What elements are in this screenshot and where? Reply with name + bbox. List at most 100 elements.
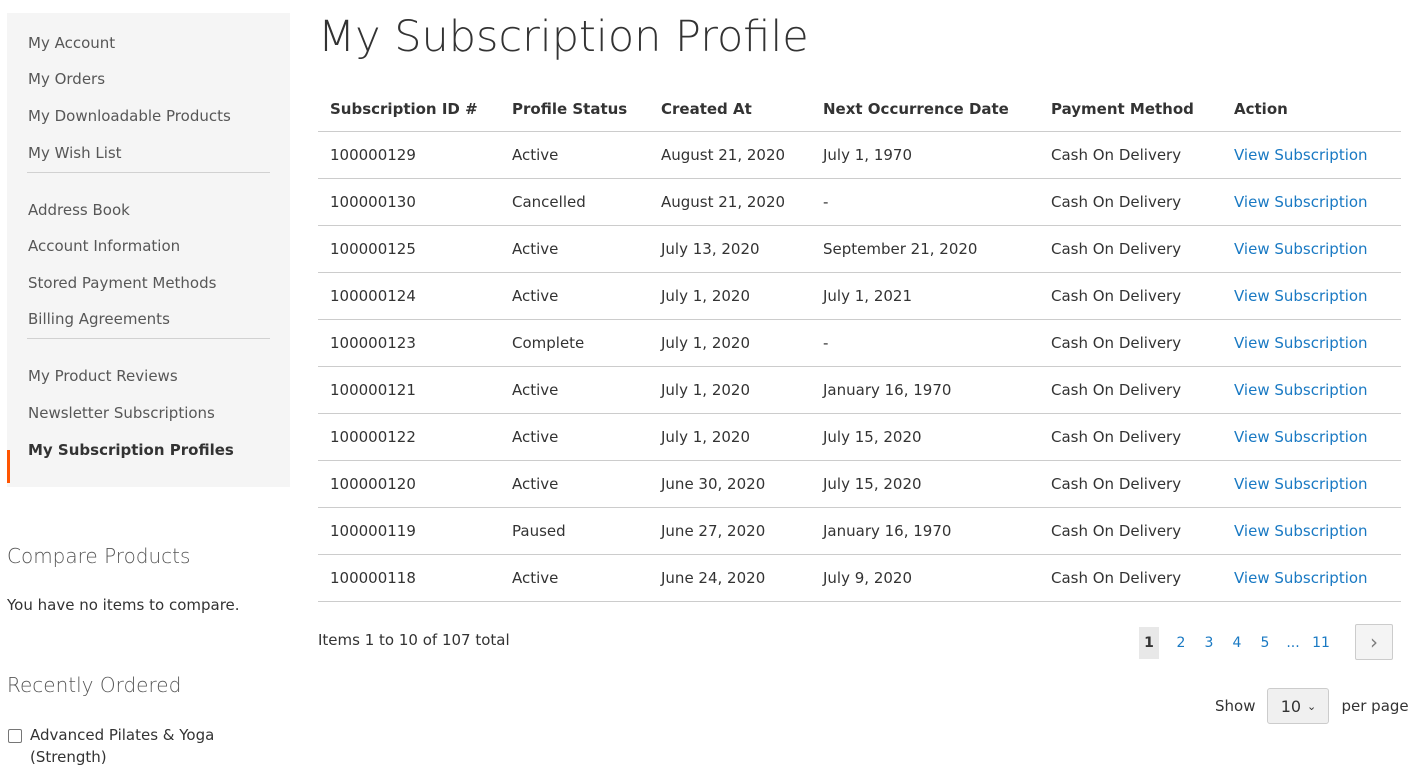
table-cell: June 24, 2020 xyxy=(649,554,811,602)
table-cell: View Subscription xyxy=(1222,225,1401,273)
nav-item[interactable]: Stored Payment Methods xyxy=(28,274,216,292)
table-row: 100000122 Active July 1, 2020 July 15, 2020… xyxy=(318,413,1401,461)
table-cell: Active xyxy=(500,272,649,320)
column-header: Next Occurrence Date xyxy=(811,86,1039,132)
table-cell: Cash On Delivery xyxy=(1039,272,1222,320)
table-cell: Cancelled xyxy=(500,178,649,226)
limiter: Show 10 ⌄ per page xyxy=(1215,688,1409,724)
pagination: 1 2 3 4 5... 11 xyxy=(1139,627,1335,659)
table-cell: Cash On Delivery xyxy=(1039,366,1222,414)
table-cell: Cash On Delivery xyxy=(1039,225,1222,273)
table-cell: View Subscription xyxy=(1222,131,1401,179)
table-cell: Active xyxy=(500,131,649,179)
compare-title: Compare Products xyxy=(7,544,191,568)
table-cell: 100000130 xyxy=(318,178,500,226)
column-header: Action xyxy=(1222,86,1401,132)
table-cell: Active xyxy=(500,225,649,273)
table-cell: Cash On Delivery xyxy=(1039,413,1222,461)
view-subscription-link[interactable]: View Subscription xyxy=(1234,334,1368,352)
table-cell: July 1, 1970 xyxy=(811,131,1039,179)
table-cell: View Subscription xyxy=(1222,178,1401,226)
table-row: 100000123 Complete July 1, 2020- Cash On De… xyxy=(318,319,1401,367)
table-cell: Cash On Delivery xyxy=(1039,131,1222,179)
table-cell: View Subscription xyxy=(1222,366,1401,414)
nav-item[interactable]: Account Information xyxy=(28,237,180,255)
nav-item[interactable]: My Product Reviews xyxy=(28,367,178,385)
nav-item[interactable]: My Downloadable Products xyxy=(28,107,231,125)
view-subscription-link[interactable]: View Subscription xyxy=(1234,569,1368,587)
page-link[interactable]: 11 xyxy=(1307,627,1335,659)
page-link[interactable]: 5 xyxy=(1251,627,1279,659)
table-cell: View Subscription xyxy=(1222,272,1401,320)
table-cell: Complete xyxy=(500,319,649,367)
nav-item[interactable]: My Account xyxy=(28,34,115,52)
table-row: 100000119 Paused June 27, 2020 January 16, … xyxy=(318,507,1401,555)
column-header: Profile Status xyxy=(500,86,649,132)
nav-divider xyxy=(27,338,270,339)
view-subscription-link[interactable]: View Subscription xyxy=(1234,475,1368,493)
view-subscription-link[interactable]: View Subscription xyxy=(1234,240,1368,258)
next-page-button[interactable]: › xyxy=(1355,624,1393,660)
table-cell: July 13, 2020 xyxy=(649,225,811,273)
table-cell: Active xyxy=(500,366,649,414)
table-cell: View Subscription xyxy=(1222,319,1401,367)
table-cell: 100000125 xyxy=(318,225,500,273)
table-cell: 100000121 xyxy=(318,366,500,414)
pagination-ellipsis: ... xyxy=(1286,635,1300,651)
nav-item[interactable]: My Subscription Profiles xyxy=(28,441,234,459)
table-cell: Cash On Delivery xyxy=(1039,554,1222,602)
view-subscription-link[interactable]: View Subscription xyxy=(1234,193,1368,211)
view-subscription-link[interactable]: View Subscription xyxy=(1234,146,1368,164)
per-page-value: 10 xyxy=(1280,696,1302,716)
current-indicator xyxy=(7,450,10,483)
column-header: Subscription ID # xyxy=(318,86,500,132)
account-nav: My Account My Orders My Downloadable Produ… xyxy=(7,13,290,487)
table-row: 100000129 Active August 21, 2020 July 1, 19… xyxy=(318,131,1401,179)
view-subscription-link[interactable]: View Subscription xyxy=(1234,522,1368,540)
chevron-down-icon: ⌄ xyxy=(1307,699,1317,713)
table-cell: July 1, 2020 xyxy=(649,272,811,320)
recent-title: Recently Ordered xyxy=(7,673,182,697)
table-cell: July 1, 2020 xyxy=(649,366,811,414)
table-cell: View Subscription xyxy=(1222,413,1401,461)
nav-item[interactable]: My Orders xyxy=(28,70,105,88)
view-subscription-link[interactable]: View Subscription xyxy=(1234,428,1368,446)
table-cell: Cash On Delivery xyxy=(1039,460,1222,508)
table-cell: July 1, 2021 xyxy=(811,272,1039,320)
table-row: 100000124 Active July 1, 2020 July 1, 2021 C… xyxy=(318,272,1401,320)
page-link[interactable]: 3 xyxy=(1195,627,1223,659)
table-row: 100000121 Active July 1, 2020 January 16, 1… xyxy=(318,366,1401,414)
table-cell: Active xyxy=(500,413,649,461)
table-cell: 100000124 xyxy=(318,272,500,320)
table-row: 100000130 Cancelled August 21, 2020- Cash O… xyxy=(318,178,1401,226)
table-cell: 100000119 xyxy=(318,507,500,555)
table-cell: 100000120 xyxy=(318,460,500,508)
table-cell: Active xyxy=(500,554,649,602)
table-cell: July 9, 2020 xyxy=(811,554,1039,602)
table-cell: January 16, 1970 xyxy=(811,507,1039,555)
table-cell: September 21, 2020 xyxy=(811,225,1039,273)
table-cell: - xyxy=(811,319,1039,367)
nav-item[interactable]: Billing Agreements xyxy=(28,310,170,328)
table-cell: July 15, 2020 xyxy=(811,413,1039,461)
table-cell: - xyxy=(811,178,1039,226)
table-row: 100000118 Active June 24, 2020 July 9, 2020… xyxy=(318,554,1401,602)
page-link[interactable]: 2 xyxy=(1167,627,1195,659)
page-title: My Subscription Profile xyxy=(318,12,809,62)
nav-divider xyxy=(27,172,270,173)
table-row: 100000125 Active July 13, 2020 September 21… xyxy=(318,225,1401,273)
subscriptions-table: Subscription ID # Profile Status Created A… xyxy=(318,86,1401,602)
table-cell: View Subscription xyxy=(1222,554,1401,602)
nav-item[interactable]: Address Book xyxy=(28,201,130,219)
page-link[interactable]: 4 xyxy=(1223,627,1251,659)
nav-item[interactable]: Newsletter Subscriptions xyxy=(28,404,215,422)
table-cell: 100000123 xyxy=(318,319,500,367)
table-cell: Cash On Delivery xyxy=(1039,178,1222,226)
recent-item-checkbox[interactable] xyxy=(8,729,22,743)
view-subscription-link[interactable]: View Subscription xyxy=(1234,381,1368,399)
view-subscription-link[interactable]: View Subscription xyxy=(1234,287,1368,305)
recent-item-name[interactable]: Advanced Pilates & Yoga (Strength) xyxy=(30,724,230,768)
per-page-select[interactable]: 10 ⌄ xyxy=(1267,688,1330,724)
nav-item[interactable]: My Wish List xyxy=(28,144,122,162)
table-cell: July 1, 2020 xyxy=(649,413,811,461)
